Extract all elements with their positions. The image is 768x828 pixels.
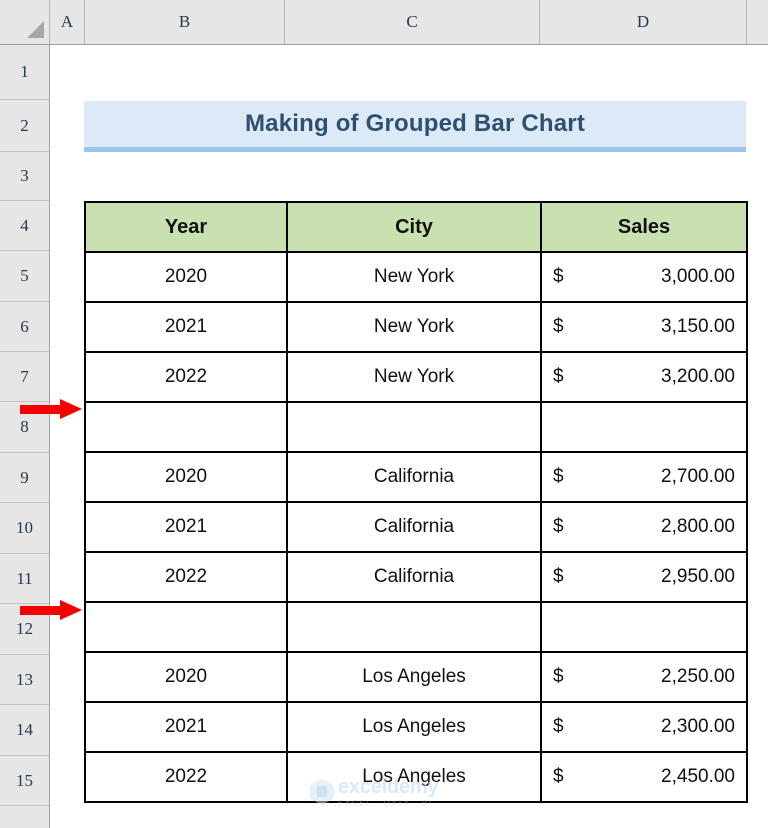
- column-header-city[interactable]: City: [286, 201, 542, 253]
- spreadsheet-canvas: A B C D 1 2 3 4 5 6 7 8 9 10 11 12 13 14…: [0, 0, 768, 828]
- column-header-year[interactable]: Year: [84, 201, 288, 253]
- currency-symbol: $: [553, 766, 564, 787]
- right-arrow-icon: [60, 600, 82, 620]
- arrow-blank-row-12: [20, 600, 82, 620]
- table-row: 2022 California $2,950.00: [84, 551, 748, 603]
- cell-year[interactable]: [84, 401, 288, 453]
- cell-city[interactable]: [286, 601, 542, 653]
- sales-amount: 2,700.00: [661, 466, 735, 487]
- sales-data-table[interactable]: Year City Sales 2020 New York $3,000.00 202…: [84, 201, 748, 803]
- table-row: 2022 Los Angeles $2,450.00: [84, 751, 748, 803]
- cell-city[interactable]: [286, 401, 542, 453]
- table-row: 2021 New York $3,150.00: [84, 301, 748, 353]
- table-row: 2022 New York $3,200.00: [84, 351, 748, 403]
- page-title: Making of Grouped Bar Chart: [244, 110, 586, 137]
- cell-sales[interactable]: $3,150.00: [540, 301, 748, 353]
- table-body: 2020 New York $3,000.00 2021 New York $3,150.…: [84, 251, 748, 803]
- select-all-triangle-icon: [27, 21, 44, 38]
- spacer-row: [84, 401, 748, 453]
- cell-sales[interactable]: [540, 601, 748, 653]
- cell-year[interactable]: 2022: [84, 751, 288, 803]
- column-header-band: A B C D: [0, 0, 768, 45]
- cell-sales[interactable]: [540, 401, 748, 453]
- right-arrow-icon: [60, 399, 82, 419]
- cell-year[interactable]: 2021: [84, 301, 288, 353]
- row-header-6[interactable]: 6: [0, 302, 49, 352]
- cell-city[interactable]: California: [286, 501, 542, 553]
- column-header-b[interactable]: B: [85, 0, 285, 44]
- cell-city[interactable]: Los Angeles: [286, 651, 542, 703]
- cell-sales[interactable]: $2,450.00: [540, 751, 748, 803]
- row-header-band: 1 2 3 4 5 6 7 8 9 10 11 12 13 14 15: [0, 45, 50, 828]
- currency-symbol: $: [553, 516, 564, 537]
- currency-symbol: $: [553, 466, 564, 487]
- cell-year[interactable]: 2022: [84, 551, 288, 603]
- sales-amount: 2,450.00: [661, 766, 735, 787]
- cell-sales[interactable]: $2,800.00: [540, 501, 748, 553]
- arrow-blank-row-8: [20, 399, 82, 419]
- row-header-9[interactable]: 9: [0, 453, 49, 503]
- column-header-c[interactable]: C: [285, 0, 540, 44]
- cell-city[interactable]: New York: [286, 251, 542, 303]
- table-header-row: Year City Sales: [84, 201, 748, 253]
- cell-city[interactable]: Los Angeles: [286, 701, 542, 753]
- cell-sales[interactable]: $2,950.00: [540, 551, 748, 603]
- row-header-1[interactable]: 1: [0, 45, 49, 100]
- sales-amount: 2,250.00: [661, 666, 735, 687]
- row-header-15[interactable]: 15: [0, 756, 49, 806]
- sales-amount: 2,300.00: [661, 716, 735, 737]
- sales-amount: 3,150.00: [661, 316, 735, 337]
- right-arrow-shaft: [20, 405, 62, 414]
- currency-symbol: $: [553, 716, 564, 737]
- currency-symbol: $: [553, 266, 564, 287]
- row-header-5[interactable]: 5: [0, 251, 49, 302]
- sales-amount: 3,000.00: [661, 266, 735, 287]
- cell-sales[interactable]: $2,300.00: [540, 701, 748, 753]
- chart-title-cell[interactable]: Making of Grouped Bar Chart: [84, 101, 746, 152]
- row-header-14[interactable]: 14: [0, 705, 49, 756]
- table-row: 2020 California $2,700.00: [84, 451, 748, 503]
- cell-year[interactable]: 2020: [84, 251, 288, 303]
- row-header-10[interactable]: 10: [0, 503, 49, 554]
- row-header-4[interactable]: 4: [0, 201, 49, 251]
- row-header-7[interactable]: 7: [0, 352, 49, 402]
- currency-symbol: $: [553, 316, 564, 337]
- row-header-2[interactable]: 2: [0, 100, 49, 152]
- spacer-row: [84, 601, 748, 653]
- cell-city[interactable]: New York: [286, 301, 542, 353]
- column-header-d[interactable]: D: [540, 0, 747, 44]
- table-row: 2020 Los Angeles $2,250.00: [84, 651, 748, 703]
- table-row: 2020 New York $3,000.00: [84, 251, 748, 303]
- cell-sales[interactable]: $3,000.00: [540, 251, 748, 303]
- row-header-13[interactable]: 13: [0, 655, 49, 705]
- cell-sales[interactable]: $3,200.00: [540, 351, 748, 403]
- right-arrow-shaft: [20, 606, 62, 615]
- cell-city[interactable]: California: [286, 551, 542, 603]
- row-header-3[interactable]: 3: [0, 152, 49, 201]
- cell-year[interactable]: 2021: [84, 701, 288, 753]
- cell-year[interactable]: 2022: [84, 351, 288, 403]
- sales-amount: 2,950.00: [661, 566, 735, 587]
- cell-sales[interactable]: $2,250.00: [540, 651, 748, 703]
- cell-city[interactable]: California: [286, 451, 542, 503]
- row-header-11[interactable]: 11: [0, 554, 49, 604]
- currency-symbol: $: [553, 666, 564, 687]
- cell-city[interactable]: New York: [286, 351, 542, 403]
- column-header-sales[interactable]: Sales: [540, 201, 748, 253]
- cell-city[interactable]: Los Angeles: [286, 751, 542, 803]
- cell-year[interactable]: 2020: [84, 651, 288, 703]
- cell-year[interactable]: 2020: [84, 451, 288, 503]
- cell-year[interactable]: [84, 601, 288, 653]
- currency-symbol: $: [553, 366, 564, 387]
- cell-sales[interactable]: $2,700.00: [540, 451, 748, 503]
- sales-amount: 3,200.00: [661, 366, 735, 387]
- table-row: 2021 California $2,800.00: [84, 501, 748, 553]
- column-header-a[interactable]: A: [50, 0, 85, 44]
- table-row: 2021 Los Angeles $2,300.00: [84, 701, 748, 753]
- sales-amount: 2,800.00: [661, 516, 735, 537]
- select-all-button[interactable]: [0, 0, 50, 44]
- cell-year[interactable]: 2021: [84, 501, 288, 553]
- currency-symbol: $: [553, 566, 564, 587]
